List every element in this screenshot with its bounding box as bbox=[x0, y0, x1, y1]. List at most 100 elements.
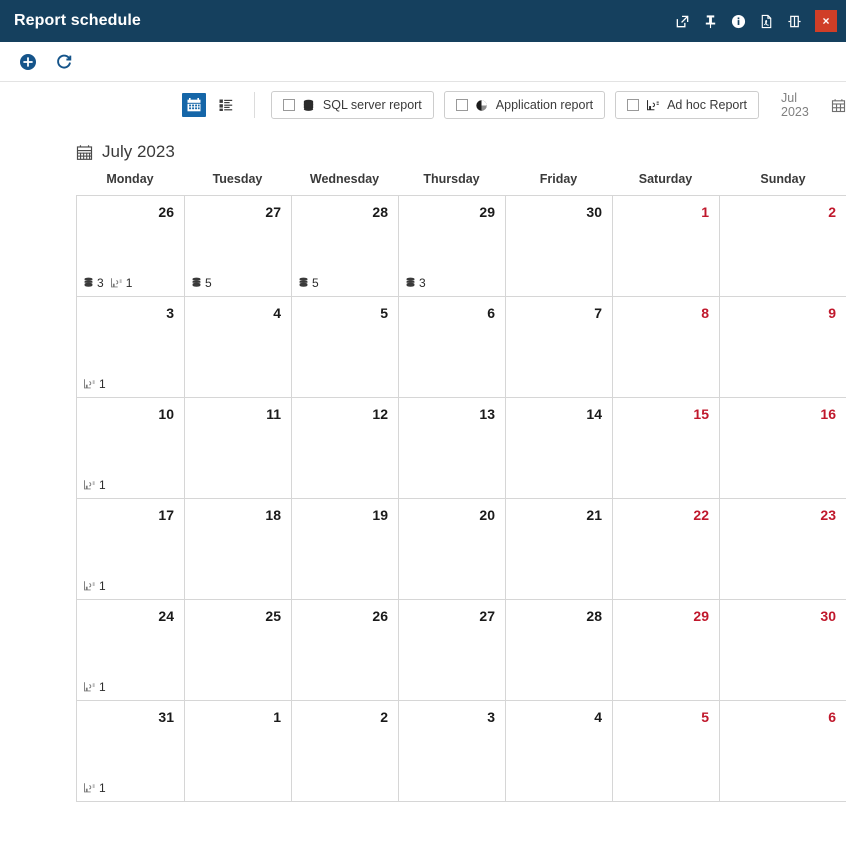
calendar-day-cell[interactable]: 2 bbox=[292, 701, 399, 802]
add-button[interactable] bbox=[18, 52, 38, 72]
calendar-day-cell[interactable]: 3 bbox=[399, 701, 506, 802]
calendar-day-cell[interactable]: 10 1 bbox=[77, 398, 185, 499]
pin-icon[interactable] bbox=[701, 12, 719, 30]
calendar-day-cell[interactable]: 28 5 bbox=[292, 196, 399, 297]
calendar-day-cell[interactable]: 9 bbox=[720, 297, 846, 398]
calendar-day-number: 3 bbox=[487, 709, 495, 725]
filter-chip-application-report[interactable]: Application report bbox=[443, 91, 606, 119]
database-icon bbox=[302, 98, 316, 112]
list-view-button[interactable] bbox=[214, 93, 238, 117]
calendar-day-cell[interactable]: 14 bbox=[506, 398, 613, 499]
report-count-badge[interactable]: 3 bbox=[405, 276, 426, 290]
collapse-icon[interactable] bbox=[785, 12, 803, 30]
report-count-badge[interactable]: 1 bbox=[83, 680, 106, 694]
report-count-badge[interactable]: 1 bbox=[83, 377, 106, 391]
calendar-view-button[interactable] bbox=[182, 93, 206, 117]
calendar-day-number: 22 bbox=[693, 507, 709, 523]
calendar-day-number: 6 bbox=[828, 709, 836, 725]
calendar-day-number: 15 bbox=[693, 406, 709, 422]
calendar-day-cell[interactable]: 23 bbox=[720, 499, 846, 600]
report-count-badge[interactable]: 1 bbox=[83, 579, 106, 593]
view-filter-bar: SQL server report Application report Ad … bbox=[0, 82, 846, 128]
calendar-day-number: 30 bbox=[586, 204, 602, 220]
calendar-day-number: 30 bbox=[820, 608, 836, 624]
calendar-day-cell[interactable]: 12 bbox=[292, 398, 399, 499]
calendar-day-cell[interactable]: 6 bbox=[399, 297, 506, 398]
adhoc-report-icon bbox=[83, 580, 96, 592]
filter-label-application-report: Application report bbox=[495, 98, 594, 112]
filter-label-sql-server-report: SQL server report bbox=[322, 98, 422, 112]
calendar-day-cell[interactable]: 4 bbox=[185, 297, 292, 398]
calendar-day-cell[interactable]: 21 bbox=[506, 499, 613, 600]
calendar-day-cell[interactable]: 30 bbox=[506, 196, 613, 297]
calendar-day-badges: 1 bbox=[83, 377, 106, 391]
calendar-day-number: 16 bbox=[820, 406, 836, 422]
calendar-picker-icon[interactable] bbox=[831, 98, 846, 113]
calendar-week-row: 17 1 18 19 20 21 22 23 bbox=[77, 499, 846, 600]
calendar-day-cell[interactable]: 1 bbox=[613, 196, 720, 297]
calendar-day-number: 6 bbox=[487, 305, 495, 321]
close-button[interactable]: × bbox=[815, 10, 837, 32]
calendar-day-cell[interactable]: 1 bbox=[185, 701, 292, 802]
calendar-day-cell[interactable]: 30 bbox=[720, 600, 846, 701]
calendar-day-cell[interactable]: 26 bbox=[292, 600, 399, 701]
filter-checkbox-sql-server-report[interactable] bbox=[282, 99, 295, 111]
calendar-day-number: 13 bbox=[479, 406, 495, 422]
calendar-day-cell[interactable]: 28 bbox=[506, 600, 613, 701]
calendar-day-cell[interactable]: 31 1 bbox=[77, 701, 185, 802]
calendar-day-number: 2 bbox=[828, 204, 836, 220]
info-icon[interactable] bbox=[729, 12, 747, 30]
calendar-day-number: 7 bbox=[594, 305, 602, 321]
calendar-day-cell[interactable]: 22 bbox=[613, 499, 720, 600]
report-count-badge[interactable]: 5 bbox=[191, 276, 212, 290]
calendar-day-cell[interactable]: 27 bbox=[399, 600, 506, 701]
report-count-badge[interactable]: 5 bbox=[298, 276, 319, 290]
calendar-day-cell[interactable]: 26 3 1 bbox=[77, 196, 185, 297]
report-count-badge[interactable]: 1 bbox=[83, 478, 106, 492]
report-count-badge[interactable]: 1 bbox=[83, 781, 106, 795]
report-count-badge[interactable]: 1 bbox=[110, 276, 132, 290]
calendar-day-cell[interactable]: 18 bbox=[185, 499, 292, 600]
calendar-day-cell[interactable]: 7 bbox=[506, 297, 613, 398]
calendar-day-cell[interactable]: 13 bbox=[399, 398, 506, 499]
calendar-day-cell[interactable]: 5 bbox=[613, 701, 720, 802]
calendar-day-cell[interactable]: 24 1 bbox=[77, 600, 185, 701]
report-count-value: 3 bbox=[419, 276, 426, 290]
calendar-day-cell[interactable]: 29 bbox=[613, 600, 720, 701]
calendar-day-badges: 31 bbox=[83, 276, 132, 290]
window-actions: × bbox=[673, 0, 846, 42]
calendar-day-cell[interactable]: 2 bbox=[720, 196, 846, 297]
pdf-icon[interactable] bbox=[757, 12, 775, 30]
calendar-day-badges: 1 bbox=[83, 680, 106, 694]
calendar-day-number: 20 bbox=[479, 507, 495, 523]
calendar-day-number: 28 bbox=[586, 608, 602, 624]
calendar-day-cell[interactable]: 27 5 bbox=[185, 196, 292, 297]
report-count-value: 1 bbox=[99, 579, 106, 593]
calendar-day-badges: 1 bbox=[83, 781, 106, 795]
calendar-day-number: 29 bbox=[693, 608, 709, 624]
calendar-day-cell[interactable]: 15 bbox=[613, 398, 720, 499]
calendar-day-cell[interactable]: 31 bbox=[77, 297, 185, 398]
calendar-day-cell[interactable]: 8 bbox=[613, 297, 720, 398]
calendar-day-cell[interactable]: 29 3 bbox=[399, 196, 506, 297]
calendar-day-cell[interactable]: 11 bbox=[185, 398, 292, 499]
calendar-day-cell[interactable]: 5 bbox=[292, 297, 399, 398]
calendar-day-cell[interactable]: 6 bbox=[720, 701, 846, 802]
filter-chip-ad-hoc-report[interactable]: Ad hoc Report bbox=[615, 91, 759, 119]
filter-checkbox-ad-hoc-report[interactable] bbox=[627, 99, 640, 111]
calendar-day-cell[interactable]: 25 bbox=[185, 600, 292, 701]
refresh-button[interactable] bbox=[54, 52, 74, 72]
report-count-value: 5 bbox=[312, 276, 319, 290]
calendar-day-number: 28 bbox=[372, 204, 388, 220]
calendar-day-cell[interactable]: 17 1 bbox=[77, 499, 185, 600]
calendar-day-cell[interactable]: 19 bbox=[292, 499, 399, 600]
calendar-day-number: 3 bbox=[166, 305, 174, 321]
popout-icon[interactable] bbox=[673, 12, 691, 30]
filter-checkbox-application-report[interactable] bbox=[455, 99, 468, 111]
filter-chip-sql-server-report[interactable]: SQL server report bbox=[270, 91, 434, 119]
calendar-day-cell[interactable]: 20 bbox=[399, 499, 506, 600]
calendar-day-cell[interactable]: 4 bbox=[506, 701, 613, 802]
month-picker[interactable]: Jul 2023 bbox=[781, 91, 846, 119]
calendar-day-cell[interactable]: 16 bbox=[720, 398, 846, 499]
report-count-badge[interactable]: 3 bbox=[83, 276, 104, 290]
